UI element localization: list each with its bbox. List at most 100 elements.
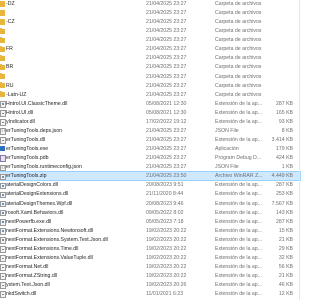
- json-icon: [0, 164, 6, 172]
- file-size: 29 KB: [278, 245, 293, 252]
- folder-icon: [0, 54, 5, 62]
- file-size: 93 KB: [278, 118, 293, 125]
- file-date-modified: 19/02/2023 20:22: [146, 245, 187, 252]
- file-icon: [0, 228, 6, 235]
- file-row[interactable]: 21/04/2025 23:27 Carpeta de archivos: [0, 27, 300, 35]
- file-type: Carpeta de archivos: [215, 37, 262, 44]
- file-date-modified: 21/04/2025 23:27: [146, 82, 187, 89]
- file-type: Carpeta de archivos: [215, 64, 262, 71]
- file-name: nextFormat.Extensions.Newtonsoft.dll: [6, 227, 94, 234]
- file-row[interactable]: nkdSwitch.dll 11/01/2021 6:23 Extensión de…: [0, 290, 300, 299]
- file-name: nkdSwitch.dll: [6, 291, 37, 298]
- folder-icon: [0, 0, 5, 7]
- file-type: Carpeta de archivos: [215, 19, 262, 26]
- file-size: 12 KB: [278, 291, 293, 298]
- file-name: erTuningTools.pdb: [6, 155, 49, 162]
- file-row[interactable]: nextFormat.ZString.dll 19/02/2023 20:22 Ex…: [0, 272, 300, 280]
- folder-icon: [0, 36, 5, 43]
- file-row[interactable]: -CZ 21/04/2025 23:27 Carpeta de archivos: [0, 18, 300, 26]
- file-date-modified: 21/11/2020 8:44: [146, 191, 184, 198]
- file-row[interactable]: 21/04/2025 23:27 Carpeta de archivos: [0, 9, 300, 17]
- file-icon: [0, 110, 6, 117]
- file-size: 46 KB: [278, 282, 293, 289]
- file-size: 8 KB: [281, 127, 293, 134]
- file-icon: [0, 273, 6, 280]
- file-type: Carpeta de archivos: [215, 46, 262, 53]
- file-row[interactable]: erTuningTools.pdb 21/04/2025 23:27 Program…: [0, 154, 300, 163]
- file-list: -DZ 21/04/2025 23:27 Carpeta de archivos 21…: [0, 0, 301, 300]
- file-date-modified: 21/04/2025 23:27: [146, 1, 187, 7]
- file-row[interactable]: Hntrol.UI.dll 05/08/2021 12:30 Extensión d…: [0, 109, 300, 117]
- file-date-modified: 19/02/2023 20:26: [146, 282, 187, 289]
- file-size: 56 KB: [278, 263, 293, 270]
- file-row[interactable]: 21/04/2025 23:27 Carpeta de archivos: [0, 54, 300, 62]
- file-size: 1 KB: [281, 164, 293, 171]
- file-row[interactable]: -DZ 21/04/2025 23:27 Carpeta de archivos: [0, 0, 300, 8]
- file-row[interactable]: 21/04/2025 23:27 Carpeta de archivos: [0, 36, 300, 44]
- file-date-modified: 21/04/2025 23:27: [146, 155, 187, 162]
- file-row[interactable]: rosoft.Xaml.Behaviors.dll 09/05/2022 8:02…: [0, 209, 300, 217]
- file-row[interactable]: erTuningTools.exe 21/04/2025 23:27 Aplicac…: [0, 145, 300, 153]
- file-row[interactable]: 21/04/2025 23:27 Carpeta de archivos: [0, 72, 300, 81]
- file-name: BR: [6, 64, 14, 71]
- file-size: 7.567 KB: [271, 200, 293, 207]
- file-date-modified: 21/04/2025 23:27: [146, 46, 187, 53]
- file-row[interactable]: nextFormat.Extensions.Time.dll 19/02/2023…: [0, 245, 300, 253]
- file-type: Carpeta de archivos: [215, 1, 262, 7]
- file-name: -DZ: [6, 1, 15, 7]
- file-row[interactable]: nextFormat.Extensions.System.Text.Json.d…: [0, 236, 300, 244]
- file-row[interactable]: nextFormat.Extensions.Newtonsoft.dll 19/0…: [0, 227, 300, 235]
- file-size: 424 KB: [275, 155, 293, 162]
- file-date-modified: 21/04/2025 23:27: [146, 55, 187, 62]
- file-row[interactable]: Hntrol.UI.ClassicTheme.dll 05/08/2021 12:…: [0, 100, 300, 108]
- file-row[interactable]: aterialDesignColors.dll 20/08/2023 9:51 Ex…: [0, 181, 300, 190]
- file-row[interactable]: erTuningTools.runtimeconfig.json 21/04/20…: [0, 163, 300, 172]
- file-size: 179 KB: [275, 146, 293, 153]
- file-row[interactable]: erTuningTools.dll 21/04/2025 23:27 Extensi…: [0, 136, 300, 144]
- file-row[interactable]: nextFormat.Net.dll 19/02/2023 20:22 Extens…: [0, 263, 300, 271]
- file-row[interactable]: erTuningTools.zip 21/04/2025 23:50 Archivo…: [0, 171, 301, 182]
- file-date-modified: 21/04/2025 23:27: [146, 10, 187, 17]
- file-row[interactable]: yIndicator.dll 17/02/2022 19:12 Extensión …: [0, 118, 300, 126]
- file-name: aterialDesignExtensions.dll: [6, 191, 69, 198]
- file-row[interactable]: nextFormat.Extensions.ValueTuple.dll 19/0…: [0, 254, 300, 262]
- file-icon: [0, 182, 6, 190]
- file-row[interactable]: nextPowerfb.exe.dll 05/05/2023 7:18 Extens…: [0, 218, 300, 226]
- file-name: rosoft.Xaml.Behaviors.dll: [6, 209, 64, 216]
- folder-icon: [0, 63, 5, 71]
- file-name: nextFormat.Extensions.System.Text.Json.d…: [6, 236, 108, 243]
- file-date-modified: 19/02/2023 20:22: [146, 254, 187, 261]
- file-icon: [0, 237, 6, 244]
- file-icon: [0, 264, 6, 271]
- file-name: Hntrol.UI.ClassicTheme.dll: [6, 100, 68, 107]
- app-icon: [0, 146, 5, 151]
- file-row[interactable]: erTuningTools.deps.json21/04/2025 23:27J…: [0, 127, 300, 135]
- file-name: ystem.Text.Json.dll: [6, 282, 50, 289]
- file-date-modified: 19/02/2023 20:22: [146, 273, 187, 280]
- file-row[interactable]: aterialDesignExtensions.dll 21/11/2020 8:…: [0, 190, 300, 199]
- file-row[interactable]: aterialDesignThemes.Wpf.dll 20/08/2023 9:…: [0, 200, 300, 208]
- file-row[interactable]: RU 21/04/2025 23:27 Carpeta de archivos: [0, 82, 300, 90]
- scrollbar-track[interactable]: [299, 0, 300, 300]
- file-size: 21 KB: [278, 236, 293, 243]
- file-name: nextFormat.Net.dll: [6, 263, 49, 270]
- file-icon: [0, 200, 6, 208]
- file-icon: [0, 209, 6, 217]
- file-type: Carpeta de archivos: [215, 82, 262, 89]
- file-row[interactable]: FR 21/04/2025 23:27 Carpeta de archivos: [0, 45, 300, 53]
- file-row[interactable]: ystem.Text.Json.dll 19/02/2023 20:26 Exten…: [0, 281, 300, 289]
- json-icon: [0, 128, 6, 135]
- file-date-modified: 21/04/2025 23:27: [146, 91, 187, 98]
- file-size: 3.414 KB: [271, 137, 293, 144]
- folder-icon: [0, 45, 5, 53]
- file-name: erTuningTools.exe: [6, 146, 49, 153]
- file-date-modified: 21/04/2025 23:27: [146, 73, 187, 80]
- folder-icon: [0, 9, 5, 16]
- file-name: erTuningTools.zip: [6, 173, 47, 180]
- file-row[interactable]: BR 21/04/2025 23:27 Carpeta de archivos: [0, 63, 300, 71]
- file-date-modified: 20/08/2023 9:51: [146, 182, 184, 189]
- file-size: 15 KB: [278, 227, 293, 234]
- file-name: -CZ: [6, 19, 15, 26]
- file-date-modified: 19/02/2023 20:22: [146, 236, 187, 243]
- file-row[interactable]: -Latn-UZ 21/04/2025 23:27 Carpeta de archi…: [0, 91, 300, 99]
